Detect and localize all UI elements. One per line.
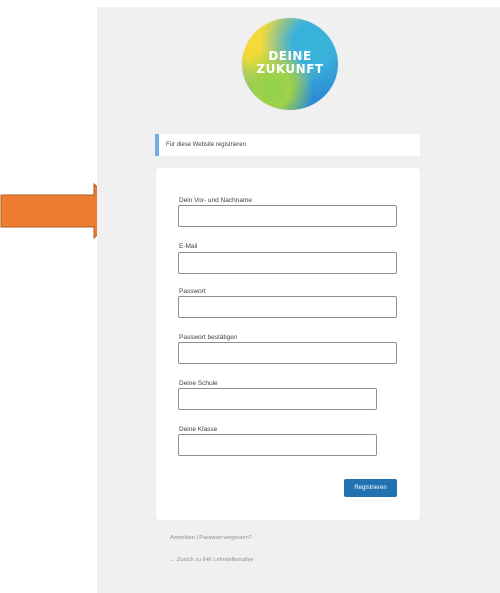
logo-text: DEINE ZUKUNFT [256,49,324,76]
password-input[interactable] [178,296,397,318]
login-link[interactable]: Anmelden [170,535,195,541]
back-to-site-link[interactable]: ← Zurück zu IHK Lehrstellenrallye [170,557,253,563]
footer-nav: Anmelden | Passwort vergessen? [170,535,252,541]
password-confirm-label: Passwort bestätigen [179,334,238,341]
lost-password-link[interactable]: Passwort vergessen? [199,535,252,541]
password-confirm-input[interactable] [178,342,397,364]
school-label: Deine Schule [179,380,218,387]
class-label: Deine Klasse [179,426,218,433]
class-input[interactable] [178,434,377,456]
school-input[interactable] [178,388,377,410]
register-notice: Für diese Website registrieren [155,134,420,156]
email-input[interactable] [178,252,397,274]
password-label: Passwort [179,288,206,295]
register-button[interactable]: Registrieren [344,479,397,497]
link-separator: | [196,535,198,541]
fullname-label: Dein Vor- und Nachname [179,197,252,204]
email-label: E-Mail [179,243,198,250]
fullname-input[interactable] [178,205,397,227]
